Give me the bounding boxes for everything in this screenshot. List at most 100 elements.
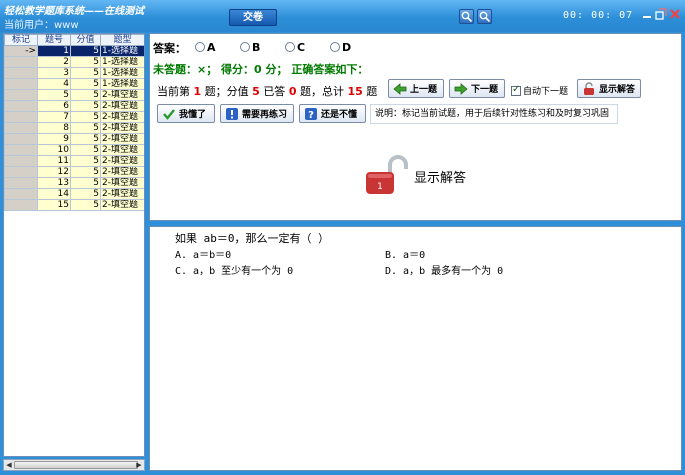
grid-cell-number[interactable]: 1 [37,45,71,57]
grid-cell-type[interactable]: 2-填空题 [100,100,144,112]
grid-cell-number[interactable]: 14 [37,188,71,200]
scroll-thumb[interactable] [14,461,138,469]
grid-cell-mark[interactable] [4,188,38,200]
grid-row[interactable]: 2 5 1-选择题 [4,56,144,68]
grid-cell-type[interactable]: 2-填空题 [100,166,144,178]
grid-cell-number[interactable]: 10 [37,144,71,156]
grid-cell-type[interactable]: 2-填空题 [100,111,144,123]
next-question-button[interactable]: 下一题 [449,79,505,98]
grid-row[interactable]: 11 5 2-填空题 [4,155,144,167]
grid-cell-type[interactable]: 1-选择题 [100,45,144,57]
option-a-radio[interactable]: A [195,41,216,54]
grid-cell-mark[interactable] [4,177,38,189]
grid-row[interactable]: 8 5 2-填空题 [4,122,144,134]
grid-cell-mark[interactable] [4,111,38,123]
grid-cell-mark[interactable]: -> [4,45,38,57]
grid-horizontal-scrollbar[interactable]: ◀ ▶ [3,459,145,471]
grid-header-mark[interactable]: 标记 [4,34,38,46]
grid-cell-type[interactable]: 2-填空题 [100,89,144,101]
grid-cell-score[interactable]: 5 [70,111,101,123]
grid-cell-mark[interactable] [4,144,38,156]
option-c-radio[interactable]: C [285,41,305,54]
show-answer-button[interactable]: 显示解答 [577,79,641,98]
grid-cell-number[interactable]: 3 [37,67,71,79]
grid-row[interactable]: 9 5 2-填空题 [4,133,144,145]
grid-cell-number[interactable]: 2 [37,56,71,68]
grid-cell-score[interactable]: 5 [70,67,101,79]
grid-cell-mark[interactable] [4,56,38,68]
grid-header-type[interactable]: 题型 [100,34,144,46]
grid-cell-score[interactable]: 5 [70,177,101,189]
grid-cell-mark[interactable] [4,100,38,112]
understood-button[interactable]: 我懂了 [157,104,215,123]
grid-cell-mark[interactable] [4,122,38,134]
grid-header-score[interactable]: 分值 [70,34,101,46]
grid-cell-score[interactable]: 5 [70,122,101,134]
grid-row[interactable]: 14 5 2-填空题 [4,188,144,200]
option-d-radio[interactable]: D [330,41,351,54]
grid-cell-type[interactable]: 2-填空题 [100,122,144,134]
scroll-right-icon[interactable]: ▶ [135,461,143,469]
grid-cell-mark[interactable] [4,78,38,90]
grid-row[interactable]: 12 5 2-填空题 [4,166,144,178]
grid-cell-type[interactable]: 1-选择题 [100,78,144,90]
auto-next-checkbox[interactable]: 自动下一题 [511,84,568,97]
grid-cell-score[interactable]: 5 [70,56,101,68]
grid-cell-mark[interactable] [4,155,38,167]
grid-cell-number[interactable]: 13 [37,177,71,189]
grid-cell-score[interactable]: 5 [70,166,101,178]
grid-header-number[interactable]: 题号 [37,34,71,46]
grid-cell-mark[interactable] [4,89,38,101]
grid-cell-score[interactable]: 5 [70,155,101,167]
grid-row[interactable]: 10 5 2-填空题 [4,144,144,156]
grid-cell-number[interactable]: 9 [37,133,71,145]
option-b-radio[interactable]: B [240,41,260,54]
grid-row[interactable]: 7 5 2-填空题 [4,111,144,123]
grid-cell-mark[interactable] [4,166,38,178]
close-button[interactable] [669,8,681,20]
grid-row[interactable]: 3 5 1-选择题 [4,67,144,79]
grid-cell-mark[interactable] [4,133,38,145]
grid-cell-type[interactable]: 2-填空题 [100,188,144,200]
grid-cell-number[interactable]: 6 [37,100,71,112]
grid-cell-score[interactable]: 5 [70,89,101,101]
scroll-left-icon[interactable]: ◀ [5,461,13,469]
grid-cell-type[interactable]: 2-填空题 [100,155,144,167]
grid-cell-type[interactable]: 2-填空题 [100,144,144,156]
zoom-out-button[interactable] [477,9,492,24]
grid-cell-score[interactable]: 5 [70,144,101,156]
submit-exam-button[interactable]: 交卷 [229,9,277,26]
grid-cell-number[interactable]: 11 [37,155,71,167]
grid-cell-number[interactable]: 5 [37,89,71,101]
grid-cell-score[interactable]: 5 [70,45,101,57]
still-unclear-button[interactable]: ? 还是不懂 [299,104,366,123]
grid-row[interactable]: 15 5 2-填空题 [4,199,144,211]
zoom-in-button[interactable] [459,9,474,24]
grid-row[interactable]: -> 1 5 1-选择题 [4,45,144,57]
grid-cell-type[interactable]: 1-选择题 [100,67,144,79]
grid-cell-number[interactable]: 15 [37,199,71,211]
grid-cell-mark[interactable] [4,199,38,211]
grid-row[interactable]: 13 5 2-填空题 [4,177,144,189]
prev-question-button[interactable]: 上一题 [388,79,444,98]
need-practice-button[interactable]: 需要再练习 [220,104,294,123]
restore-button[interactable] [655,8,667,20]
grid-cell-type[interactable]: 1-选择题 [100,56,144,68]
grid-cell-score[interactable]: 5 [70,78,101,90]
grid-cell-type[interactable]: 2-填空题 [100,133,144,145]
grid-row[interactable]: 4 5 1-选择题 [4,78,144,90]
grid-cell-number[interactable]: 12 [37,166,71,178]
grid-cell-number[interactable]: 8 [37,122,71,134]
grid-row[interactable]: 6 5 2-填空题 [4,100,144,112]
grid-cell-mark[interactable] [4,67,38,79]
grid-cell-score[interactable]: 5 [70,199,101,211]
minimize-button[interactable] [641,8,653,20]
grid-cell-score[interactable]: 5 [70,133,101,145]
show-answer-lock[interactable]: 1 显示解答 [364,154,466,196]
grid-cell-number[interactable]: 4 [37,78,71,90]
grid-cell-score[interactable]: 5 [70,100,101,112]
grid-cell-type[interactable]: 2-填空题 [100,177,144,189]
grid-cell-score[interactable]: 5 [70,188,101,200]
grid-cell-number[interactable]: 7 [37,111,71,123]
grid-row[interactable]: 5 5 2-填空题 [4,89,144,101]
